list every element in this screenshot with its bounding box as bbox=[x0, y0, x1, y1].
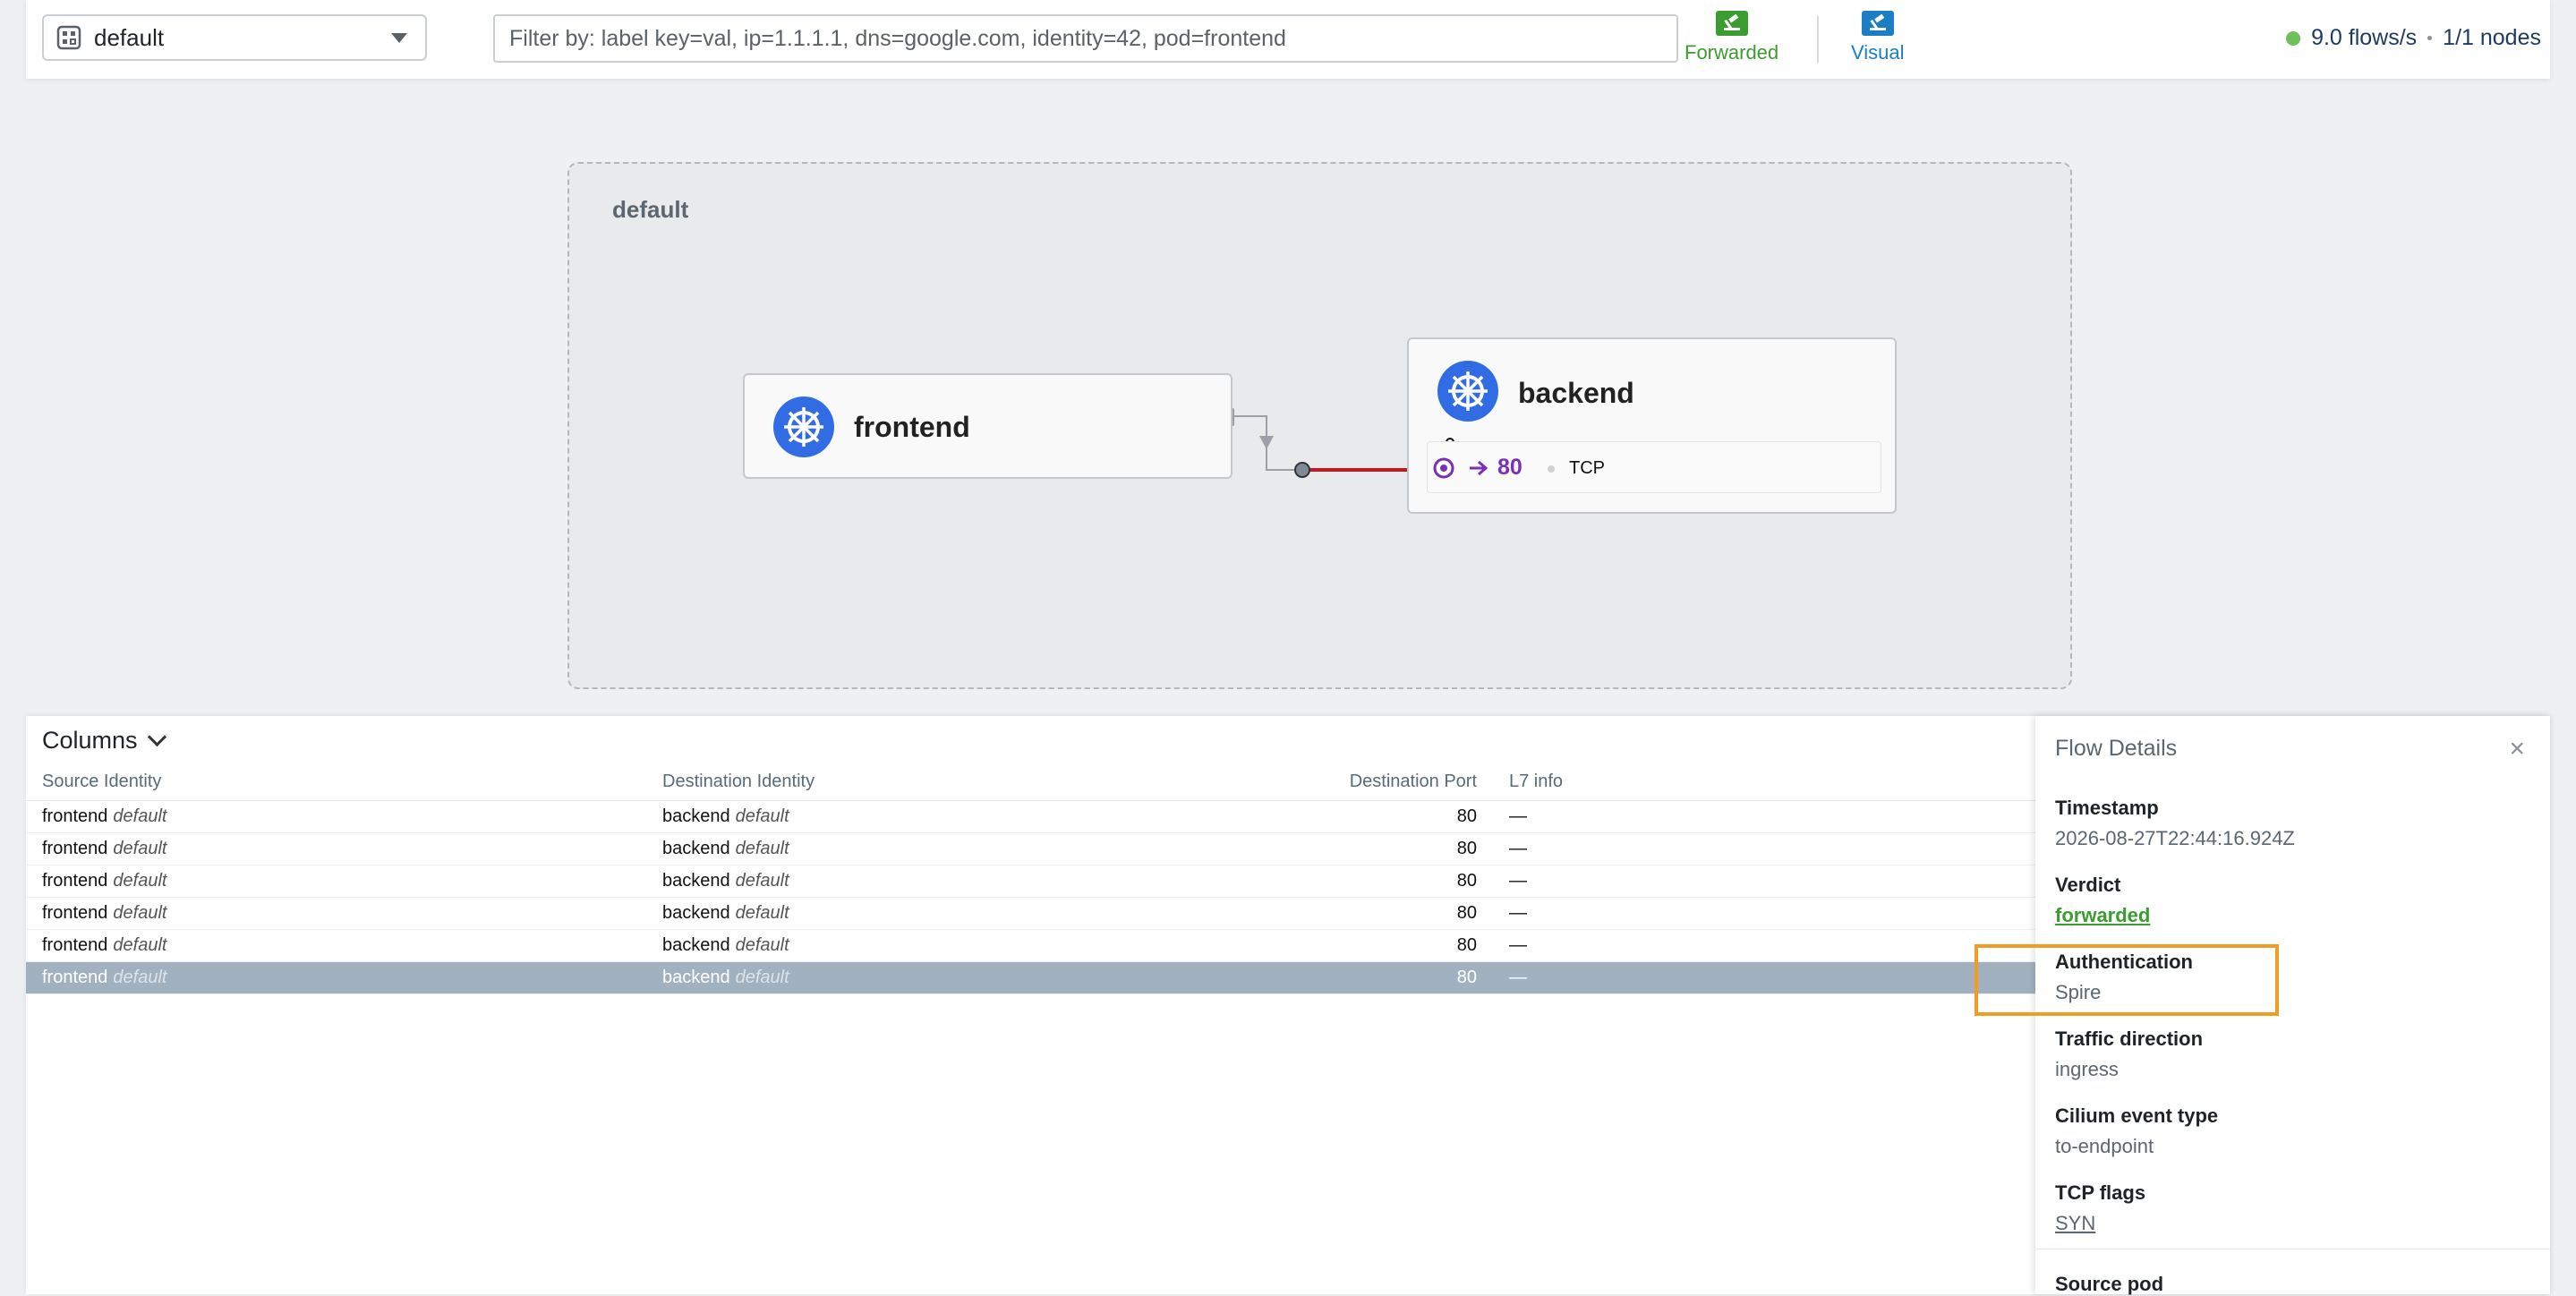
destination-name: backend bbox=[662, 839, 730, 858]
column-header-l7[interactable]: L7 info bbox=[1493, 763, 2035, 801]
field-label: Source pod bbox=[2055, 1273, 2164, 1295]
l7-info-cell: — bbox=[1493, 897, 2035, 930]
source-name: frontend bbox=[42, 968, 108, 987]
destination-name: backend bbox=[662, 871, 730, 891]
source-namespace: default bbox=[113, 839, 167, 858]
source-namespace: default bbox=[113, 806, 167, 826]
l7-info-cell: — bbox=[1493, 865, 2035, 898]
destination-namespace: default bbox=[735, 968, 789, 987]
column-header-port[interactable]: Destination Port bbox=[1183, 763, 1493, 801]
destination-name: backend bbox=[662, 935, 730, 955]
destination-name: backend bbox=[662, 903, 730, 923]
source-name: frontend bbox=[42, 871, 108, 891]
columns-toggle-label: Columns bbox=[42, 727, 138, 754]
timestamp-value: 2026-08-27T22:44:16.924Z bbox=[2055, 827, 2295, 849]
destination-identity-cell: backend default bbox=[646, 865, 1183, 898]
field-label: Cilium event type bbox=[2055, 1104, 2219, 1127]
source-namespace: default bbox=[113, 871, 167, 891]
table-row[interactable]: frontend default backend default 80— bbox=[26, 897, 2035, 930]
destination-namespace: default bbox=[735, 903, 789, 923]
table-row[interactable]: frontend default backend default 80— bbox=[26, 832, 2035, 865]
destination-port-cell: 80 bbox=[1183, 800, 1493, 833]
kubernetes-icon bbox=[773, 396, 834, 457]
source-namespace: default bbox=[113, 903, 167, 923]
highlight-box bbox=[1975, 944, 2279, 1016]
destination-identity-cell: backend default bbox=[646, 961, 1183, 994]
source-namespace: default bbox=[113, 935, 167, 955]
l7-info-cell: — bbox=[1493, 961, 2035, 994]
port-row[interactable]: 80 TCP bbox=[1427, 441, 1881, 493]
source-name: frontend bbox=[42, 839, 108, 858]
port-protocol: TCP bbox=[1569, 458, 1605, 478]
source-identity-cell: frontend default bbox=[26, 865, 646, 898]
kubernetes-icon bbox=[1437, 361, 1498, 422]
destination-port-cell: 80 bbox=[1183, 929, 1493, 962]
columns-toggle[interactable]: Columns bbox=[42, 727, 166, 755]
field-label: TCP flags bbox=[2055, 1181, 2146, 1204]
field-verdict: Verdict forwarded bbox=[2055, 874, 2150, 927]
source-identity-cell: frontend default bbox=[26, 832, 646, 865]
field-label: Verdict bbox=[2055, 874, 2121, 896]
table-header-row: Source Identity Destination Identity Des… bbox=[26, 763, 2035, 801]
destination-port-cell: 80 bbox=[1183, 897, 1493, 930]
destination-identity-cell: backend default bbox=[646, 929, 1183, 962]
destination-name: backend bbox=[662, 806, 730, 826]
destination-identity-cell: backend default bbox=[646, 897, 1183, 930]
service-card-backend[interactable]: backend 80 TCP bbox=[1407, 337, 1897, 514]
traffic-direction-value: ingress bbox=[2055, 1058, 2119, 1080]
l7-info-cell: — bbox=[1493, 832, 2035, 865]
source-identity-cell: frontend default bbox=[26, 929, 646, 962]
destination-port-cell: 80 bbox=[1183, 865, 1493, 898]
endpoint-icon bbox=[1433, 457, 1454, 479]
destination-namespace: default bbox=[735, 839, 789, 858]
service-name-backend: backend bbox=[1518, 377, 1634, 409]
destination-namespace: default bbox=[735, 806, 789, 826]
flows-table: Source Identity Destination Identity Des… bbox=[26, 763, 2035, 994]
destination-identity-cell: backend default bbox=[646, 832, 1183, 865]
l7-info-cell: — bbox=[1493, 800, 2035, 833]
source-namespace: default bbox=[113, 968, 167, 987]
destination-port-cell: 80 bbox=[1183, 961, 1493, 994]
close-icon[interactable]: × bbox=[2509, 734, 2525, 764]
table-row[interactable]: frontend default backend default 80— bbox=[26, 929, 2035, 962]
source-name: frontend bbox=[42, 903, 108, 923]
flow-details-title: Flow Details bbox=[2055, 736, 2178, 761]
tcp-flags-link[interactable]: SYN bbox=[2055, 1212, 2145, 1235]
arrow-right-icon bbox=[1470, 460, 1488, 476]
table-row[interactable]: frontend default backend default 80— bbox=[26, 865, 2035, 898]
table-row[interactable]: frontend default backend default 80— bbox=[26, 800, 2035, 833]
source-identity-cell: frontend default bbox=[26, 800, 646, 833]
field-event-type: Cilium event type to-endpoint bbox=[2055, 1104, 2218, 1158]
source-identity-cell: frontend default bbox=[26, 961, 646, 994]
field-timestamp: Timestamp 2026-08-27T22:44:16.924Z bbox=[2055, 797, 2295, 850]
verdict-link[interactable]: forwarded bbox=[2055, 904, 2150, 927]
column-header-destination[interactable]: Destination Identity bbox=[646, 763, 1183, 801]
separator-dot bbox=[1548, 465, 1555, 473]
destination-namespace: default bbox=[735, 871, 789, 891]
field-label: Traffic direction bbox=[2055, 1027, 2204, 1050]
l7-info-cell: — bbox=[1493, 929, 2035, 962]
service-name-frontend: frontend bbox=[854, 411, 970, 443]
destination-name: backend bbox=[662, 968, 730, 987]
field-traffic-direction: Traffic direction ingress bbox=[2055, 1027, 2203, 1081]
service-card-frontend[interactable]: frontend bbox=[743, 373, 1233, 479]
destination-identity-cell: backend default bbox=[646, 800, 1183, 833]
destination-port-cell: 80 bbox=[1183, 832, 1493, 865]
field-label: Timestamp bbox=[2055, 797, 2159, 819]
event-type-value: to-endpoint bbox=[2055, 1135, 2154, 1157]
source-identity-cell: frontend default bbox=[26, 897, 646, 930]
chevron-down-icon bbox=[147, 727, 166, 747]
column-header-source[interactable]: Source Identity bbox=[26, 763, 646, 801]
destination-namespace: default bbox=[735, 935, 789, 955]
port-number: 80 bbox=[1497, 455, 1523, 480]
source-name: frontend bbox=[42, 806, 108, 826]
field-tcp-flags: TCP flags SYN bbox=[2055, 1181, 2145, 1235]
table-row[interactable]: frontend default backend default 80— bbox=[26, 961, 2035, 994]
source-name: frontend bbox=[42, 935, 108, 955]
field-source-pod: Source pod bbox=[2055, 1273, 2163, 1296]
